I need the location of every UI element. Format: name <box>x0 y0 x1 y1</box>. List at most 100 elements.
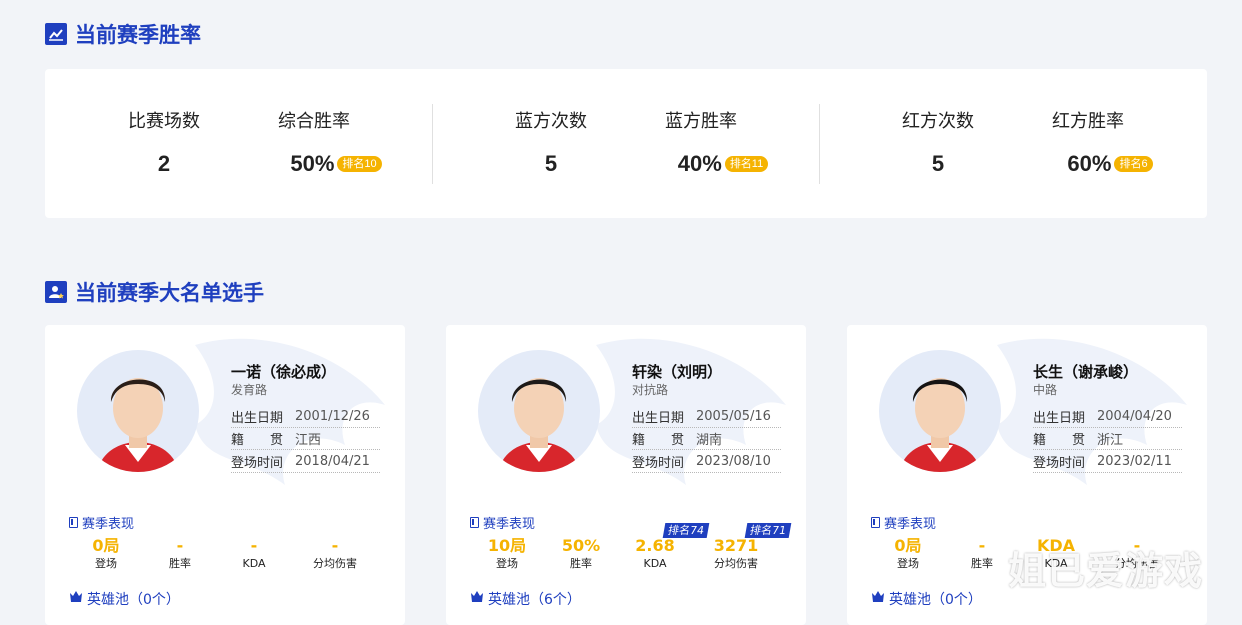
stat-label: 蓝方次数 <box>515 111 587 132</box>
info-row-debut: 登场时间 2018/04/21 <box>231 451 380 473</box>
info-row-birth: 出生日期 2004/04/20 <box>1033 406 1182 428</box>
season-performance-title: 赛季表现 <box>871 513 936 532</box>
stat-value-row: 40% 排名11 <box>626 151 776 177</box>
metric-label: KDA <box>643 557 667 570</box>
metric-value: - <box>978 536 986 555</box>
stat-value-row: 60% 排名6 <box>1013 151 1163 177</box>
hero-mask-icon <box>871 590 885 608</box>
info-label: 登场时间 <box>231 456 284 471</box>
season-winrate-header: 当前赛季胜率 <box>45 19 201 49</box>
metric: 0局登场 <box>873 537 943 571</box>
metric-rank-badge: 排名71 <box>744 523 792 538</box>
hero-mask-icon <box>69 590 83 608</box>
hero-pool[interactable]: 英雄池（6个） <box>470 589 581 609</box>
hero-pool[interactable]: 英雄池（0个） <box>69 589 180 609</box>
metric: 2.68 KDA <box>620 537 690 571</box>
metric-value: 50% <box>561 536 601 555</box>
card-icon <box>470 517 479 528</box>
metric-label: 分均伤害 <box>313 557 357 570</box>
metric-label: 胜率 <box>570 557 592 570</box>
info-value: 浙江 <box>1097 433 1124 448</box>
player-name: 长生（谢承峻） <box>1033 363 1139 381</box>
info-label: 出生日期 <box>231 411 284 426</box>
season-winrate-card: 比赛场数 2 综合胜率 50% 排名10 蓝方次数 5 蓝方胜率 40% 排名11 … <box>45 69 1207 218</box>
metric-value: 2.68 <box>635 536 675 555</box>
metric-value: 0局 <box>894 536 922 555</box>
metric: - 胜率 <box>145 537 215 571</box>
divider <box>819 104 820 184</box>
season-performance-title: 赛季表现 <box>69 513 134 532</box>
player-card[interactable]: 轩染（刘明） 对抗路 出生日期 2005/05/16 籍 贯湖南 登场时间 2023/08/… <box>446 325 806 625</box>
info-value: 2023/02/11 <box>1097 454 1172 469</box>
hero-pool-label: 英雄池（6个） <box>488 592 581 608</box>
metric-label: 登场 <box>897 557 919 570</box>
metric-label: 胜率 <box>971 557 993 570</box>
info-value: 2005/05/16 <box>696 409 771 424</box>
player-name: 轩染（刘明） <box>632 363 723 381</box>
info-row-origin: 籍 贯浙江 <box>1033 428 1182 450</box>
stat-label: 红方次数 <box>902 111 974 132</box>
watermark-text: 姐已爱游戏 <box>1008 549 1204 593</box>
metric-value: - <box>331 536 339 555</box>
stat-value: 50% <box>290 151 335 176</box>
stat-value: 5 <box>544 151 558 176</box>
player-card[interactable]: 一诺（徐必成） 发育路 出生日期 2001/12/26 籍 贯江西 登场时间 2018/04… <box>45 325 405 625</box>
metric: 3271 分均伤害 <box>701 537 771 571</box>
info-label: 出生日期 <box>1033 411 1086 426</box>
info-label: 登场时间 <box>1033 456 1086 471</box>
stat-value: 40% <box>677 151 722 176</box>
metric: 10局登场 <box>472 537 542 571</box>
stat-value-row: 50% 排名10 <box>239 151 389 177</box>
hero-pool[interactable]: 英雄池（0个） <box>871 589 982 609</box>
season-winrate-title: 当前赛季胜率 <box>75 23 201 47</box>
roster-header: 当前赛季大名单选手 <box>45 277 264 307</box>
info-row-origin: 籍 贯湖南 <box>632 428 781 450</box>
metric: 0局登场 <box>71 537 141 571</box>
divider <box>432 104 433 184</box>
stat-label: 综合胜率 <box>278 111 350 132</box>
metric: - 分均伤害 <box>300 537 370 571</box>
metric-rank-badge: 排名74 <box>662 523 710 538</box>
hero-pool-label: 英雄池（0个） <box>889 592 982 608</box>
metric: - 胜率 <box>947 537 1017 571</box>
metric-label: 登场 <box>496 557 518 570</box>
rank-badge: 排名11 <box>724 156 769 172</box>
metric-value: 10局 <box>487 536 527 555</box>
metric-value: 0局 <box>92 536 120 555</box>
info-value: 2001/12/26 <box>295 409 370 424</box>
info-value: 江西 <box>295 433 322 448</box>
stat-label: 红方胜率 <box>1052 111 1124 132</box>
metric-value: 3271 <box>713 536 759 555</box>
metric-label: 登场 <box>95 557 117 570</box>
metric: 50% 胜率 <box>546 537 616 571</box>
metric-label: 胜率 <box>169 557 191 570</box>
metric-value: - <box>176 536 184 555</box>
perf-title-label: 赛季表现 <box>884 517 937 532</box>
player-position: 中路 <box>1033 383 1058 397</box>
info-label: 籍 贯 <box>1033 433 1086 448</box>
metric-value: - <box>250 536 258 555</box>
info-label: 出生日期 <box>632 411 685 426</box>
user-star-icon <box>45 281 67 303</box>
metric-label: KDA <box>242 557 266 570</box>
card-icon <box>69 517 78 528</box>
info-value: 2018/04/21 <box>295 454 370 469</box>
player-avatar <box>77 350 199 472</box>
metric-label: 分均伤害 <box>714 557 758 570</box>
perf-title-label: 赛季表现 <box>82 517 135 532</box>
perf-title-label: 赛季表现 <box>483 517 536 532</box>
info-label: 籍 贯 <box>632 433 685 448</box>
info-row-birth: 出生日期 2001/12/26 <box>231 406 380 428</box>
hero-pool-label: 英雄池（0个） <box>87 592 180 608</box>
info-value: 2004/04/20 <box>1097 409 1172 424</box>
stat-value: 5 <box>931 151 945 176</box>
hero-mask-icon <box>470 590 484 608</box>
rank-badge: 排名10 <box>337 156 382 172</box>
info-row-origin: 籍 贯江西 <box>231 428 380 450</box>
player-avatar <box>478 350 600 472</box>
stat-value: 60% <box>1067 151 1112 176</box>
season-performance-title: 赛季表现 <box>470 513 535 532</box>
card-icon <box>871 517 880 528</box>
player-position: 发育路 <box>231 383 268 397</box>
stat-label: 比赛场数 <box>128 111 200 132</box>
